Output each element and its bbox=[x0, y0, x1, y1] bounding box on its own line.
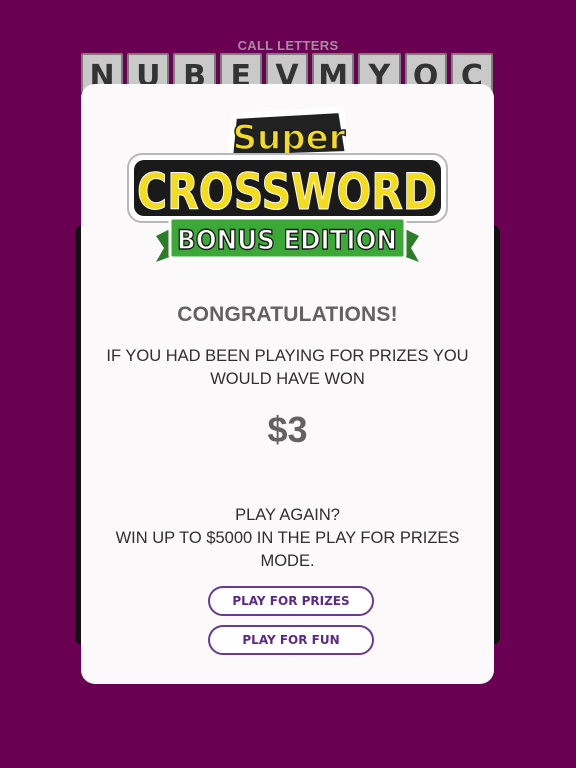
play-again-question: PLAY AGAIN? bbox=[235, 506, 340, 524]
logo-crossword-text: CROSSWORD bbox=[137, 163, 437, 221]
super-crossword-logo: Super CROSSWORD BONUS EDITION bbox=[127, 107, 448, 262]
play-for-fun-button[interactable]: PLAY FOR FUN bbox=[208, 625, 374, 655]
logo-super-text: Super bbox=[233, 118, 346, 158]
congratulations-heading: CONGRATULATIONS! bbox=[177, 303, 398, 326]
promo-text: WIN UP TO $5000 IN THE PLAY FOR PRIZES M… bbox=[115, 529, 460, 570]
prize-message: IF YOU HAD BEEN PLAYING FOR PRIZES YOU W… bbox=[106, 347, 469, 388]
won-amount: $3 bbox=[267, 409, 308, 450]
results-modal: Super CROSSWORD BONUS EDITION CONGRATULA… bbox=[81, 84, 494, 684]
play-for-prizes-button[interactable]: PLAY FOR PRIZES bbox=[208, 586, 374, 616]
logo-bonus-edition-text: BONUS EDITION bbox=[177, 225, 397, 256]
call-letters-label: CALL LETTERS bbox=[237, 38, 339, 53]
play-again-text: PLAY AGAIN? WIN UP TO $5000 IN THE PLAY … bbox=[101, 504, 474, 573]
